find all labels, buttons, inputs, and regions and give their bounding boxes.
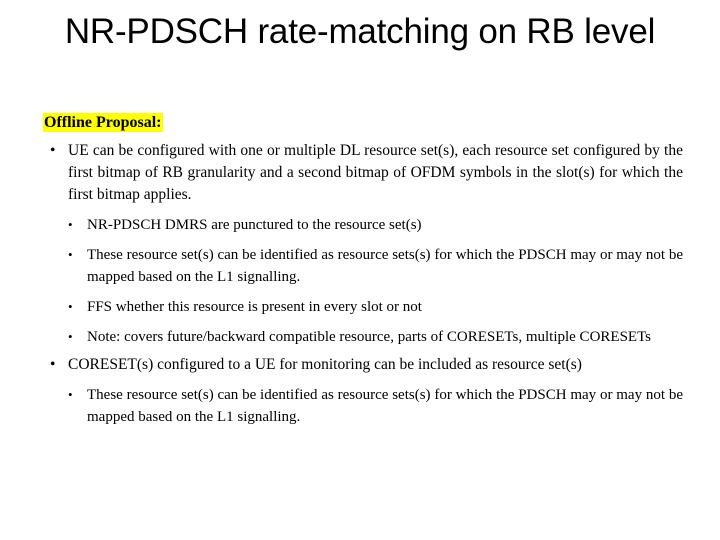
bullet-text: FFS whether this resource is present in … (87, 299, 422, 315)
slide-canvas: NR-PDSCH rate-matching on RB level Offli… (0, 0, 720, 540)
page-title: NR-PDSCH rate-matching on RB level (64, 12, 656, 51)
bullet-point-icon: • (68, 299, 73, 314)
bullet-text: NR-PDSCH DMRS are punctured to the resou… (87, 217, 422, 233)
bullet-point-icon: • (68, 329, 73, 344)
bullet-text: These resource set(s) can be identified … (87, 247, 683, 285)
bullet-resource-set-identification-2: • These resource set(s) can be identifie… (68, 376, 683, 428)
bullet-point-icon: • (50, 142, 56, 159)
bullet-resource-set-identification: • These resource set(s) can be identifie… (68, 236, 683, 288)
bullet-list-level2-b: • These resource set(s) can be identifie… (68, 376, 683, 428)
bullet-point-icon: • (68, 247, 73, 262)
bullet-text: CORESET(s) configured to a UE for monito… (68, 356, 582, 373)
bullet-note-coresets: • Note: covers future/backward compatibl… (68, 318, 683, 348)
slide-body: Offline Proposal: • UE can be configured… (43, 113, 683, 430)
bullet-text: These resource set(s) can be identified … (87, 387, 683, 425)
bullet-point-icon: • (68, 387, 73, 402)
bullet-dmrs-punctured: • NR-PDSCH DMRS are punctured to the res… (68, 206, 683, 236)
bullet-list-level2-a: • NR-PDSCH DMRS are punctured to the res… (68, 206, 683, 348)
offline-proposal-row: Offline Proposal: (43, 113, 683, 133)
bullet-ue-configuration: • UE can be configured with one or multi… (43, 140, 683, 348)
bullet-text: Note: covers future/backward compatible … (87, 329, 652, 345)
bullet-ffs-every-slot: • FFS whether this resource is present i… (68, 288, 683, 318)
bullet-point-icon: • (50, 356, 56, 373)
offline-proposal-heading: Offline Proposal: (43, 113, 164, 132)
bullet-text: UE can be configured with one or multipl… (68, 142, 683, 203)
bullet-coreset-monitoring: • CORESET(s) configured to a UE for moni… (43, 354, 683, 428)
bullet-point-icon: • (68, 217, 73, 232)
bullet-list-level1: • UE can be configured with one or multi… (43, 140, 683, 428)
